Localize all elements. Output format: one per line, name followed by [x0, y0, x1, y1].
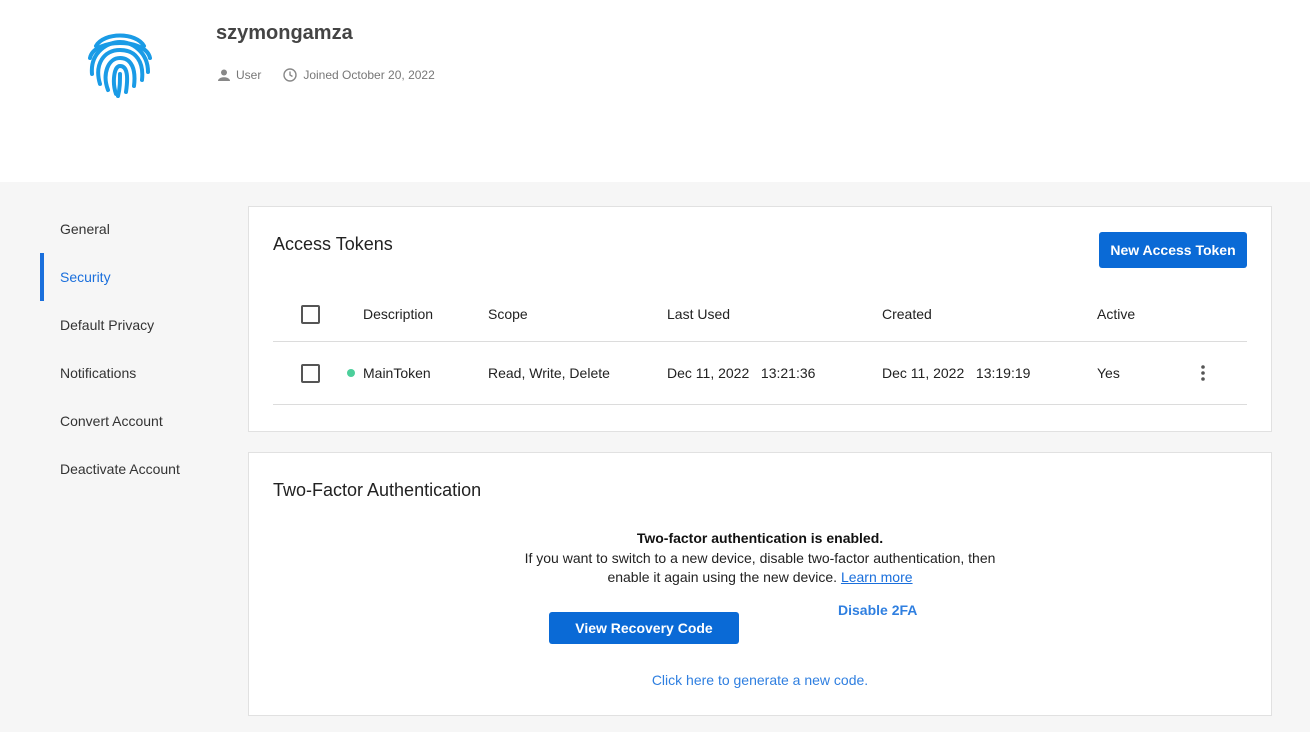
token-active: Yes: [1097, 365, 1120, 381]
description-line2: enable it again using the new device.: [607, 569, 838, 585]
status-dot: [347, 369, 355, 377]
access-tokens-title: Access Tokens: [273, 234, 393, 254]
token-last-used: Dec 11, 2022 13:21:36: [667, 365, 816, 381]
settings-sidebar: General Security Default Privacy Notific…: [40, 205, 240, 493]
token-scope: Read, Write, Delete: [488, 365, 610, 381]
more-options-icon[interactable]: [1201, 342, 1205, 404]
description-line1: If you want to switch to a new device, d…: [524, 550, 996, 566]
username: szymongamza: [216, 22, 353, 44]
column-created: Created: [882, 306, 932, 322]
fingerprint-icon: [82, 24, 158, 100]
two-factor-description: If you want to switch to a new device, d…: [249, 549, 1271, 587]
token-description: MainToken: [363, 365, 431, 381]
column-description: Description: [363, 306, 434, 322]
view-recovery-code-button[interactable]: View Recovery Code: [549, 612, 739, 644]
column-last-used: Last Used: [667, 306, 731, 322]
select-all-checkbox[interactable]: [301, 304, 320, 324]
access-tokens-card: Access Tokens New Access Token Descripti…: [248, 206, 1272, 432]
sidebar-item-security[interactable]: Security: [40, 253, 240, 301]
generate-new-code-link[interactable]: Click here to generate a new code.: [249, 672, 1271, 688]
joined-date: Joined October 20, 2022: [303, 68, 435, 82]
user-icon: [218, 69, 230, 81]
two-factor-title: Two-Factor Authentication: [273, 480, 482, 500]
sidebar-item-default-privacy[interactable]: Default Privacy: [40, 301, 240, 349]
two-factor-card: Two-Factor Authentication Two-factor aut…: [248, 452, 1272, 716]
new-access-token-button[interactable]: New Access Token: [1099, 232, 1247, 268]
sidebar-item-general[interactable]: General: [40, 205, 240, 253]
table-header: Description Scope Last Used Created Acti…: [273, 287, 1247, 342]
profile-meta: User Joined October 20, 2022: [218, 68, 457, 82]
row-checkbox[interactable]: [301, 363, 320, 383]
table-row: MainToken Read, Write, Delete Dec 11, 20…: [273, 342, 1247, 405]
sidebar-item-convert-account[interactable]: Convert Account: [40, 397, 240, 445]
clock-icon: [283, 68, 298, 82]
disable-2fa-button[interactable]: Disable 2FA: [838, 602, 917, 618]
sidebar-item-deactivate-account[interactable]: Deactivate Account: [40, 445, 240, 493]
access-tokens-table: Description Scope Last Used Created Acti…: [273, 287, 1247, 405]
profile-header: szymongamza User Joined October 20, 2022: [0, 0, 1310, 182]
role-info: User: [218, 68, 261, 82]
column-active: Active: [1097, 306, 1136, 322]
two-factor-status: Two-factor authentication is enabled.: [636, 530, 884, 546]
sidebar-item-notifications[interactable]: Notifications: [40, 349, 240, 397]
token-created: Dec 11, 2022 13:19:19: [882, 365, 1031, 381]
role-label: User: [236, 68, 262, 82]
joined-info: Joined October 20, 2022: [283, 68, 435, 82]
learn-more-link[interactable]: Learn more: [841, 569, 913, 585]
token-description-cell: MainToken: [347, 342, 431, 404]
column-scope: Scope: [488, 306, 528, 322]
